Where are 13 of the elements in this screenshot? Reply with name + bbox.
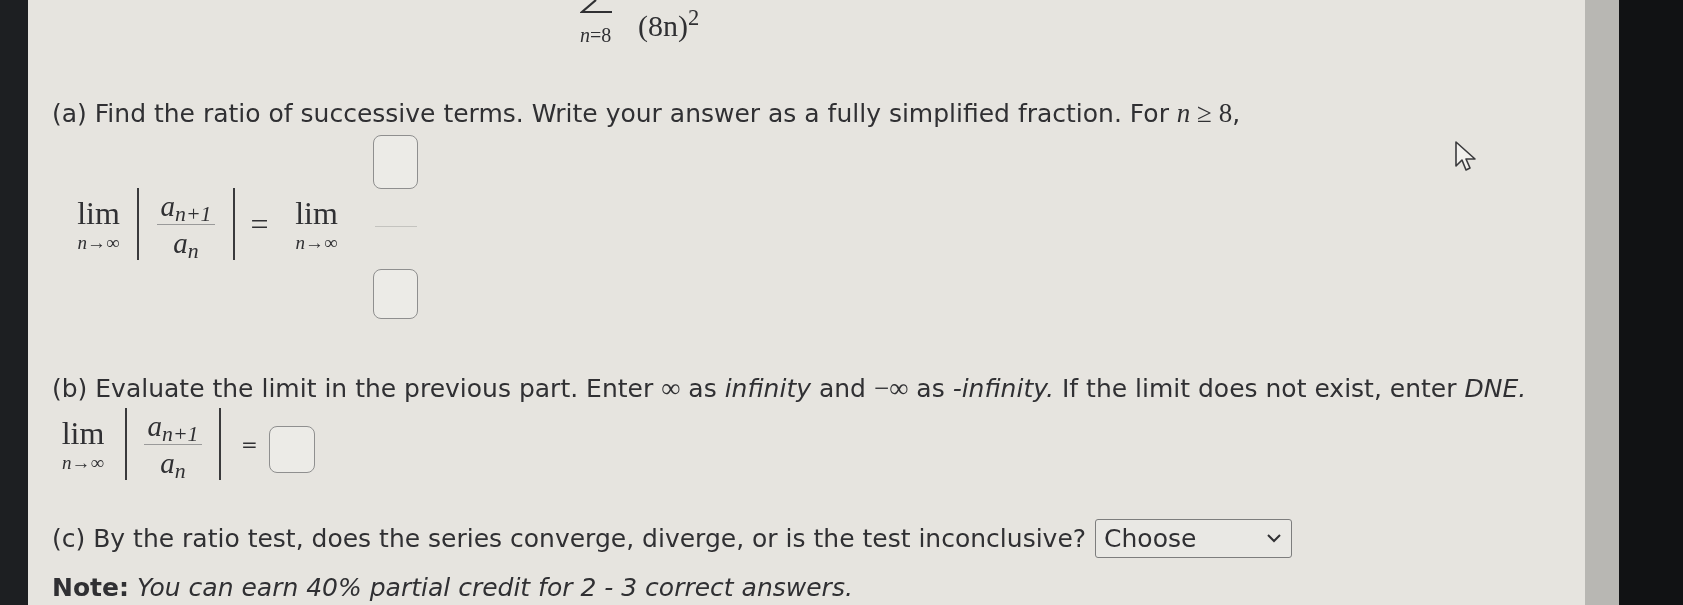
question-text: (a) Find the ratio of successive terms. Write your answer as a fully simplified fraction. For n ≥ 8, (52, 97, 1241, 130)
series-term: (8n)$^{2}$ (638, 11, 700, 41)
answer-box[interactable] (269, 425, 315, 473)
sum-lower-limit: n=8 (580, 25, 612, 45)
question-text: (b) Evaluate the limit in the previous part. Enter ∞ as infinity and −∞ as -infinity. If the limit does not exist, enter DNE. (52, 372, 1527, 405)
answer-box[interactable] (373, 135, 418, 189)
note-text: Note: You can earn 40% partial credit for 2 - 3 correct answers. (52, 572, 853, 604)
question-text: (c) By the ratio test, does the series converge, diverge, or is the test inconclusive? (52, 522, 1087, 555)
answer-box[interactable] (373, 269, 418, 319)
summation-sign-icon (580, 0, 614, 14)
scrollbar-track[interactable] (1585, 0, 1619, 605)
answer-dropdown[interactable]: Choose (1095, 519, 1293, 558)
chevron-down-icon (1267, 534, 1282, 543)
